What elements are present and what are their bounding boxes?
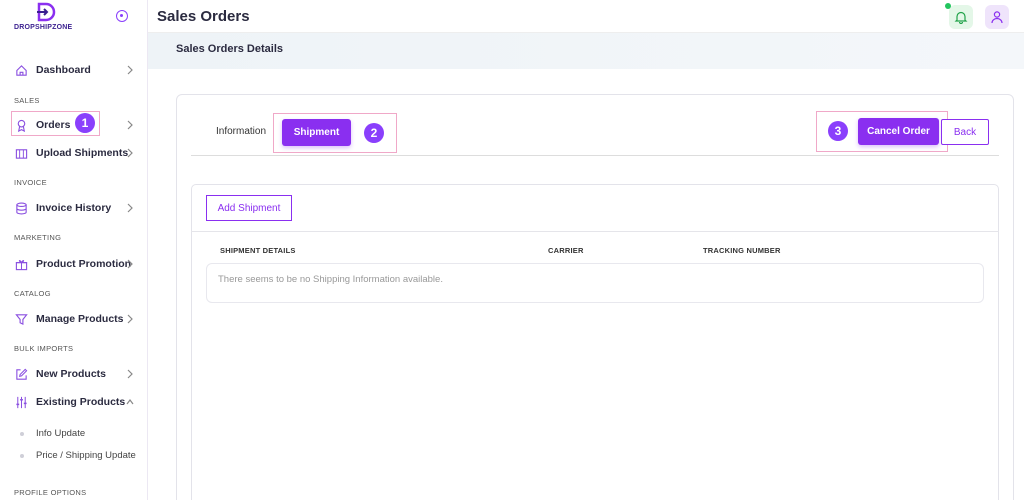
sidebar-item-label: New Products bbox=[36, 368, 107, 380]
bullet-icon bbox=[20, 453, 24, 458]
sidebar-item-label: Product Promotion bbox=[36, 258, 132, 270]
sliders-icon bbox=[14, 395, 28, 409]
section-label-profile-options: PROFILE OPTIONS bbox=[14, 488, 87, 497]
chevron-right-icon bbox=[127, 120, 133, 130]
logo-icon bbox=[37, 2, 56, 22]
sidebar-subitem-label: Info Update bbox=[36, 428, 86, 439]
page-title: Sales Orders bbox=[157, 8, 250, 25]
column-header-tracking-number: TRACKING NUMBER bbox=[703, 246, 781, 255]
header-bar: Sales Orders bbox=[148, 0, 1024, 33]
chevron-right-icon bbox=[127, 148, 133, 158]
empty-state-message: There seems to be no Shipping Informatio… bbox=[218, 274, 443, 285]
user-icon bbox=[991, 11, 1003, 24]
chevron-right-icon bbox=[127, 314, 133, 324]
cancel-order-button[interactable]: Cancel Order bbox=[858, 118, 939, 145]
step-badge-2: 2 bbox=[364, 123, 384, 143]
section-label-bulk-imports: BULK IMPORTS bbox=[14, 344, 74, 353]
sidebar-item-label: Existing Products bbox=[36, 396, 126, 408]
section-label-sales: SALES bbox=[14, 96, 40, 105]
tab-divider bbox=[191, 155, 999, 156]
chevron-right-icon bbox=[127, 65, 133, 75]
box-icon bbox=[14, 146, 28, 160]
sidebar-item-manage-products[interactable]: Manage Products bbox=[14, 309, 138, 329]
sidebar-item-label: Upload Shipments bbox=[36, 147, 129, 159]
sidebar-item-product-promotion[interactable]: Product Promotion bbox=[14, 254, 138, 274]
brand-logo[interactable]: DROPSHIPZONE bbox=[14, 2, 84, 32]
sidebar: DROPSHIPZONE Dashboard SALES Orders 1 Up… bbox=[0, 0, 148, 500]
gift-icon bbox=[14, 257, 28, 271]
add-shipment-button[interactable]: Add Shipment bbox=[206, 195, 292, 221]
sidebar-item-label: Manage Products bbox=[36, 313, 124, 325]
user-menu-button[interactable] bbox=[985, 5, 1009, 29]
step-badge-3: 3 bbox=[828, 121, 848, 141]
chevron-right-icon bbox=[127, 369, 133, 379]
sidebar-item-invoice-history[interactable]: Invoice History bbox=[14, 198, 138, 218]
tab-information[interactable]: Information bbox=[216, 126, 266, 137]
column-header-carrier: CARRIER bbox=[548, 246, 584, 255]
notification-dot bbox=[945, 3, 951, 9]
section-label-marketing: MARKETING bbox=[14, 233, 62, 242]
sidebar-subitem-price-shipping-update[interactable]: Price / Shipping Update bbox=[20, 450, 136, 461]
bullet-icon bbox=[20, 431, 24, 436]
sidebar-subitem-info-update[interactable]: Info Update bbox=[20, 428, 85, 439]
database-icon bbox=[14, 201, 28, 215]
bell-icon bbox=[954, 11, 968, 24]
edit-icon bbox=[14, 367, 28, 381]
sidebar-item-dashboard[interactable]: Dashboard bbox=[14, 60, 138, 80]
sidebar-item-label: Invoice History bbox=[36, 202, 112, 214]
section-label-catalog: CATALOG bbox=[14, 289, 51, 298]
brand-name: DROPSHIPZONE bbox=[14, 24, 73, 31]
sidebar-item-new-products[interactable]: New Products bbox=[14, 364, 138, 384]
subheader-bar: Sales Orders Details bbox=[148, 33, 1024, 69]
notifications-button[interactable] bbox=[949, 5, 973, 29]
sidebar-item-upload-shipments[interactable]: Upload Shipments bbox=[14, 143, 138, 163]
filter-icon bbox=[14, 312, 28, 326]
sidebar-toggle-icon[interactable] bbox=[116, 10, 128, 22]
sidebar-subitem-label: Price / Shipping Update bbox=[36, 450, 136, 461]
sidebar-item-existing-products[interactable]: Existing Products bbox=[14, 392, 138, 412]
chevron-up-icon bbox=[126, 399, 134, 405]
back-button[interactable]: Back bbox=[941, 119, 989, 145]
chevron-right-icon bbox=[127, 259, 133, 269]
panel-divider bbox=[191, 231, 999, 232]
column-header-shipment-details: SHIPMENT DETAILS bbox=[220, 246, 296, 255]
sidebar-item-label: Dashboard bbox=[36, 64, 91, 76]
section-title: Sales Orders Details bbox=[176, 43, 284, 55]
step-badge-1: 1 bbox=[75, 113, 95, 133]
home-icon bbox=[14, 63, 28, 77]
chevron-right-icon bbox=[127, 203, 133, 213]
section-label-invoice: INVOICE bbox=[14, 178, 47, 187]
